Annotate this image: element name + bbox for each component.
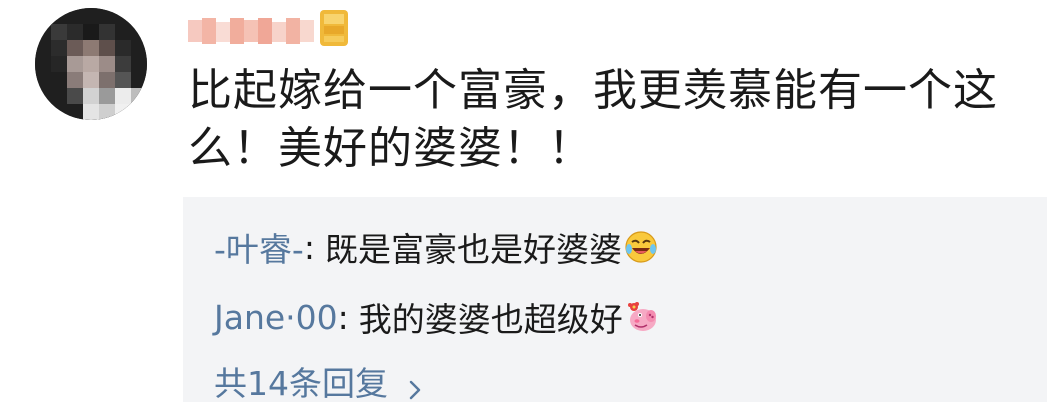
- username-mosaic: [188, 18, 314, 44]
- reply-author[interactable]: Jane·00: [214, 298, 338, 337]
- reply-author[interactable]: -叶睿-: [214, 223, 304, 271]
- view-all-replies-link[interactable]: 共14条回复: [214, 357, 426, 402]
- comment-text: 比起嫁给一个富豪，我更羡慕能有一个这么！美好的婆婆！！: [188, 65, 998, 174]
- username-blurred[interactable]: [188, 14, 318, 48]
- laughing-crying-emoji-icon: [624, 230, 658, 264]
- reply-text: 我的婆婆也超级好: [358, 300, 623, 339]
- comment-card: 比起嫁给一个富豪，我更羡慕能有一个这么！美好的婆婆！！ -叶睿- : 既是富豪也…: [0, 0, 1047, 402]
- peppa-pig-emoji-icon: [625, 300, 659, 334]
- reply-separator: :: [337, 297, 349, 337]
- user-avatar[interactable]: [35, 8, 147, 120]
- reply-text: 既是富豪也是好婆婆: [324, 230, 622, 269]
- chevron-right-icon: [404, 370, 426, 400]
- replies-panel: -叶睿- : 既是富豪也是好婆婆 Jane·00 : 我的婆婆也超级好 共14条…: [183, 197, 1047, 402]
- reply-item[interactable]: -叶睿- : 既是富豪也是好婆婆: [214, 223, 658, 271]
- reply-item[interactable]: Jane·00 : 我的婆婆也超级好: [214, 293, 659, 341]
- reply-separator: :: [303, 227, 315, 267]
- avatar-mosaic: [35, 8, 147, 120]
- vip-badge-icon: [318, 8, 350, 48]
- more-replies-label: 共14条回复: [214, 364, 388, 402]
